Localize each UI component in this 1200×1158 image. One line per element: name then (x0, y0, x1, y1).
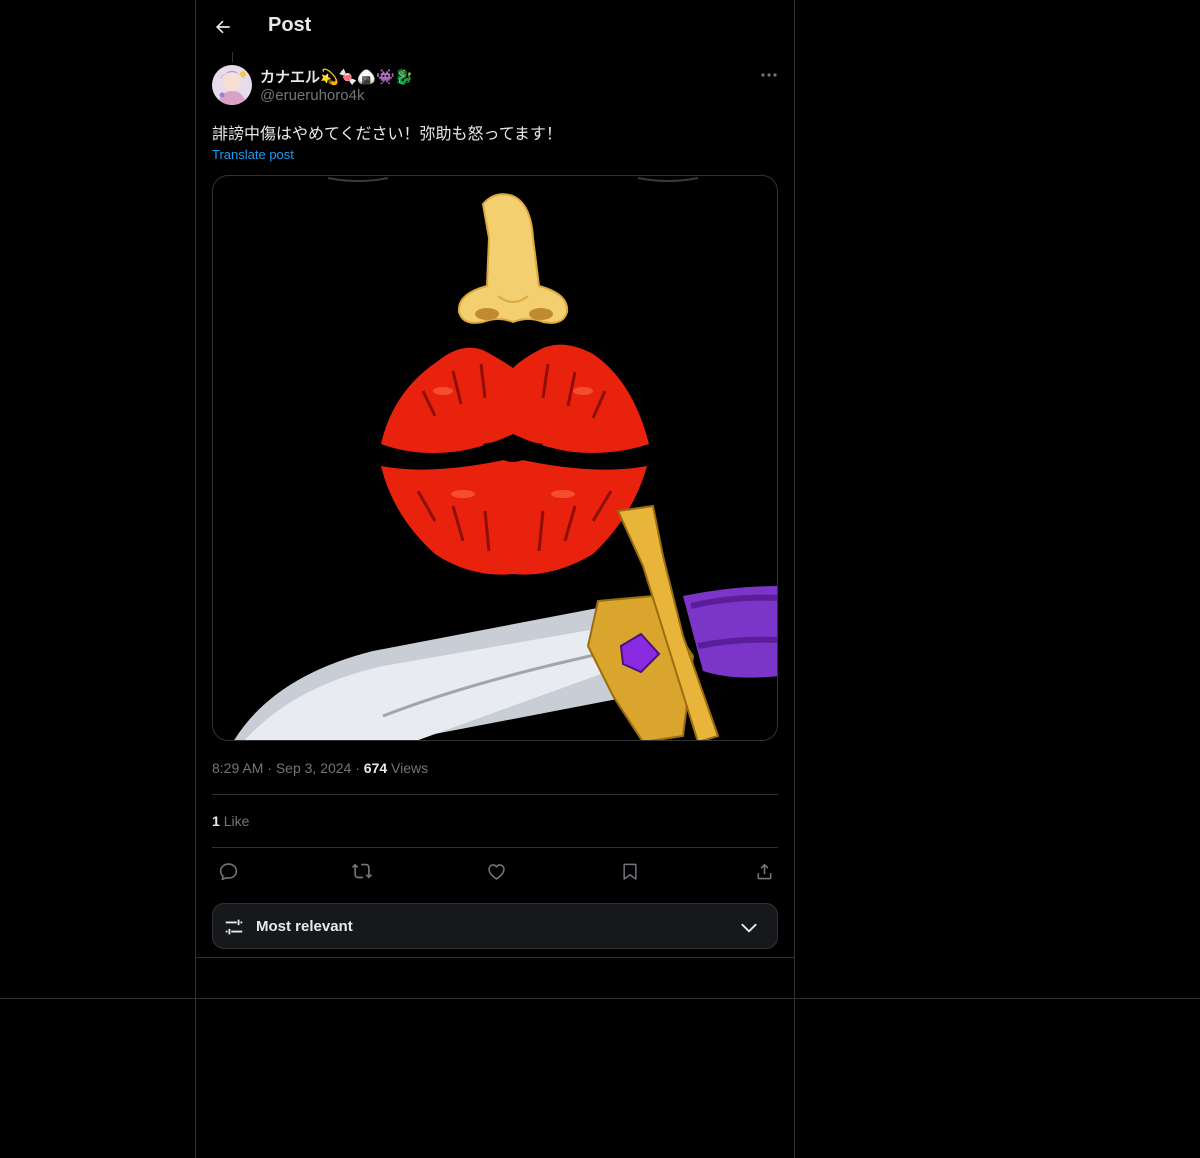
avatar[interactable] (212, 65, 252, 105)
nose-icon (457, 193, 569, 324)
thread-connector (232, 52, 233, 62)
post-date[interactable]: Sep 3, 2024 (276, 760, 352, 776)
likes-label: Like (223, 813, 250, 829)
sort-label: Most relevant (256, 918, 353, 935)
top-header: Post (196, 0, 794, 53)
likes-count: 1 (212, 813, 220, 829)
post-text: 誹謗中傷はやめてください！弥助も怒ってます！ (212, 126, 562, 143)
chevron-down-icon (741, 923, 757, 933)
arrow-left-icon (216, 20, 230, 34)
bookmark-button[interactable] (615, 857, 645, 885)
like-button[interactable] (481, 857, 511, 885)
post-time[interactable]: 8:29 AM (212, 760, 263, 776)
bookmark-icon (623, 863, 637, 880)
likes-stat[interactable]: 1 Like (212, 813, 249, 829)
views-count: 674 (363, 760, 388, 776)
repost-button[interactable] (347, 857, 377, 885)
reply-button[interactable] (213, 857, 243, 885)
repost-icon (351, 863, 373, 879)
divider (196, 957, 794, 958)
post-metadata: 8:29 AM · Sep 3, 2024 · 674 Views (212, 760, 429, 776)
sliders-icon (225, 919, 243, 935)
kiss-mark-icon (381, 344, 649, 575)
like-icon (487, 863, 505, 880)
divider (212, 794, 778, 795)
more-icon (761, 73, 777, 77)
divider (212, 847, 778, 848)
author-display-name[interactable]: カナエル💫🍬🍙👾🐉 (260, 66, 413, 87)
page-title: Post (268, 14, 312, 36)
reply-sort-dropdown[interactable]: Most relevant (212, 903, 778, 949)
views-label: Views (391, 760, 429, 776)
share-button[interactable] (749, 857, 779, 885)
post-media-image[interactable] (212, 175, 778, 741)
more-options-button[interactable] (754, 62, 784, 88)
primary-column: Post カナエル💫🍬🍙👾🐉 @erueruhoro4k 誹謗中傷はやめてくださ… (195, 0, 795, 1158)
translate-post-link[interactable]: Translate post (212, 147, 294, 162)
author-handle[interactable]: @erueruhoro4k (260, 87, 364, 104)
reply-icon (219, 862, 237, 880)
share-icon (757, 863, 771, 879)
back-button[interactable] (206, 10, 240, 44)
